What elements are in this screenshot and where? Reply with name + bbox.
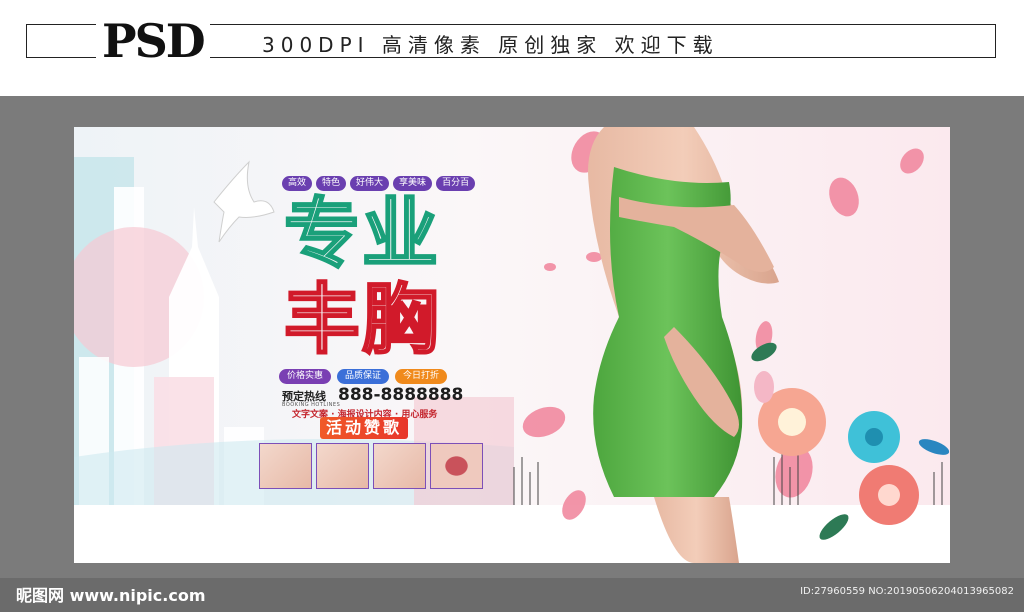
thumbnail-row	[259, 443, 483, 489]
headline-line-1: 专业	[283, 189, 440, 278]
tag-pill: 百分百	[436, 176, 476, 191]
headline: 专业 丰胸	[283, 189, 440, 364]
header: PSD 300DPI 高清像素 原创独家 欢迎下载	[0, 0, 1024, 96]
image-id-watermark: ID:27960559 NO:20190506204013965082	[800, 586, 1014, 597]
thumbnail-shoulder	[373, 443, 426, 489]
thumbnail-lips	[430, 443, 483, 489]
site-watermark: 昵图网 www.nipic.com	[16, 586, 206, 605]
benefit-tags: 价格实惠 品质保证 今日打折	[279, 369, 448, 384]
banner-floor	[74, 505, 950, 563]
benefit-tag: 今日打折	[395, 369, 448, 384]
benefit-tag: 品质保证	[337, 369, 390, 384]
psd-logo: PSD	[96, 14, 210, 68]
header-tagline: 300DPI 高清像素 原创独家 欢迎下载	[262, 33, 719, 57]
hotline-number: 888-8888888	[338, 385, 464, 405]
thumbnail-underarm	[259, 443, 312, 489]
praise-badge: 活动赞歌	[320, 417, 409, 439]
ad-banner: 高效 特色 好伟大 享美味 百分百 专业 丰胸 价格实惠 品质保证 今日打折 预…	[74, 127, 950, 563]
banner-background	[74, 127, 950, 563]
benefit-tag: 价格实惠	[279, 369, 332, 384]
thumbnail-legs	[316, 443, 369, 489]
headline-line-2: 丰胸	[283, 275, 440, 364]
watermark-bar: 昵图网 www.nipic.com ID:27960559 NO:2019050…	[0, 578, 1024, 612]
